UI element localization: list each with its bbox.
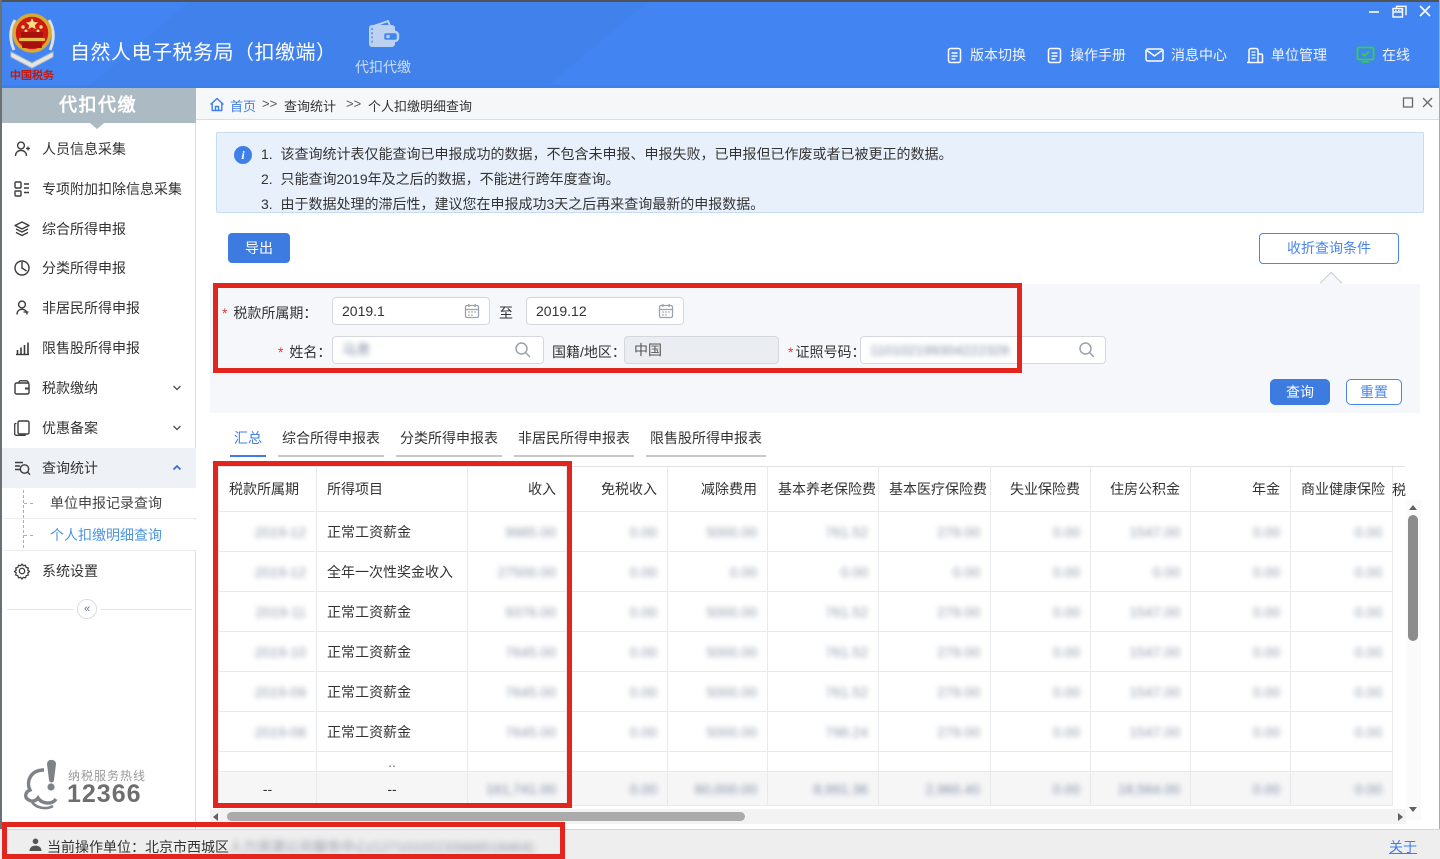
svg-text:中国税务: 中国税务 <box>10 68 55 80</box>
